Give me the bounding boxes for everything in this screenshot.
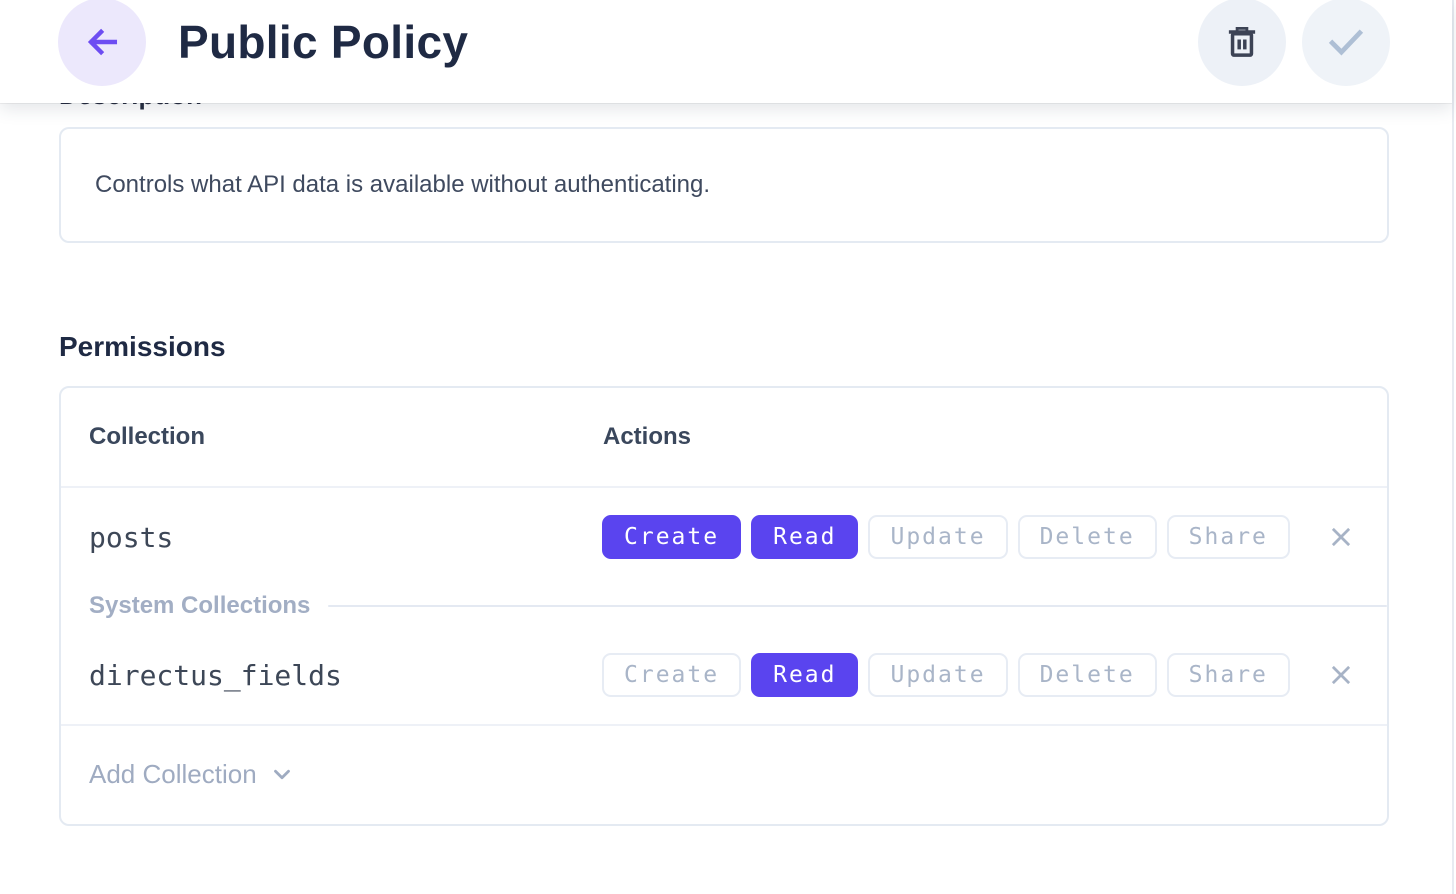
action-chips: Create Read Update Delete Share bbox=[602, 488, 1290, 586]
permissions-heading: Permissions bbox=[59, 331, 226, 363]
column-header-actions: Actions bbox=[603, 388, 691, 486]
table-row-directus-fields: directus_fields Create Read Update Delet… bbox=[61, 626, 1387, 724]
action-update-button[interactable]: Update bbox=[868, 515, 1007, 559]
action-delete-button[interactable]: Delete bbox=[1018, 515, 1157, 559]
collection-name: posts bbox=[89, 488, 173, 586]
permissions-table-header: Collection Actions bbox=[61, 388, 1387, 486]
arrow-left-icon bbox=[80, 20, 124, 64]
description-input[interactable] bbox=[59, 127, 1389, 243]
system-collections-divider: System Collections bbox=[61, 586, 1387, 626]
action-create-button[interactable]: Create bbox=[602, 653, 741, 697]
x-icon bbox=[1326, 660, 1356, 690]
action-share-button[interactable]: Share bbox=[1167, 653, 1290, 697]
action-create-button[interactable]: Create bbox=[602, 515, 741, 559]
action-delete-button[interactable]: Delete bbox=[1018, 653, 1157, 697]
add-collection-button[interactable]: Add Collection bbox=[61, 726, 1387, 822]
chevron-down-icon bbox=[269, 761, 295, 787]
column-header-collection: Collection bbox=[89, 388, 205, 486]
x-icon bbox=[1326, 522, 1356, 552]
page-header: Public Policy bbox=[0, 0, 1452, 103]
permissions-table: Collection Actions posts Create Read Upd… bbox=[59, 386, 1389, 826]
scrollbar-track[interactable] bbox=[1452, 0, 1454, 894]
action-read-button[interactable]: Read bbox=[751, 653, 858, 697]
system-collections-label: System Collections bbox=[89, 592, 310, 620]
delete-policy-button[interactable] bbox=[1198, 0, 1286, 86]
action-read-button[interactable]: Read bbox=[751, 515, 858, 559]
collection-name: directus_fields bbox=[89, 626, 342, 724]
remove-row-button[interactable] bbox=[1325, 521, 1357, 553]
remove-row-button[interactable] bbox=[1325, 659, 1357, 691]
trash-icon bbox=[1221, 21, 1263, 63]
divider-line bbox=[328, 605, 1387, 607]
back-button[interactable] bbox=[58, 0, 146, 86]
action-chips: Create Read Update Delete Share bbox=[602, 626, 1290, 724]
table-row-posts: posts Create Read Update Delete Share bbox=[61, 488, 1387, 586]
public-policy-page: Description Permissions Collection Actio… bbox=[0, 0, 1456, 894]
check-icon bbox=[1324, 20, 1368, 64]
add-collection-label: Add Collection bbox=[89, 759, 257, 790]
action-share-button[interactable]: Share bbox=[1167, 515, 1290, 559]
page-title: Public Policy bbox=[178, 0, 468, 86]
action-update-button[interactable]: Update bbox=[868, 653, 1007, 697]
save-button[interactable] bbox=[1302, 0, 1390, 86]
